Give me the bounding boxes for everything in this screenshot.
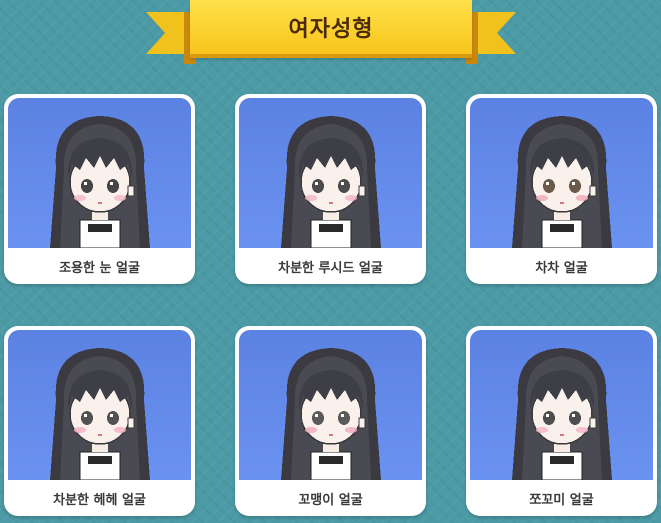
face-label-5: 꼬맹이 얼굴 xyxy=(298,492,363,508)
face-card-6[interactable]: 쪼꼬미 얼굴 xyxy=(466,326,657,516)
character-portrait xyxy=(512,348,612,480)
face-card-1[interactable]: 조용한 눈 얼굴 xyxy=(4,94,195,284)
title-ribbon: 여자성형 xyxy=(146,0,516,64)
face-card-2[interactable]: 차분한 루시드 얼굴 xyxy=(235,94,426,284)
character-portrait xyxy=(512,116,612,248)
face-label-6: 쪼꼬미 얼굴 xyxy=(529,492,594,508)
face-preview-4 xyxy=(8,330,191,480)
face-label-4: 차분한 헤헤 얼굴 xyxy=(53,492,146,508)
face-preview-3 xyxy=(470,98,653,248)
character-portrait xyxy=(281,116,381,248)
face-label-1: 조용한 눈 얼굴 xyxy=(59,260,140,276)
face-label-3: 차차 얼굴 xyxy=(535,260,588,276)
page-title: 여자성형 xyxy=(288,17,374,42)
face-label-2: 차분한 루시드 얼굴 xyxy=(278,260,383,276)
character-portrait xyxy=(281,348,381,480)
ribbon-band: 여자성형 xyxy=(190,0,472,58)
face-preview-2 xyxy=(239,98,422,248)
character-portrait xyxy=(50,348,150,480)
character-portrait xyxy=(50,116,150,248)
face-card-5[interactable]: 꼬맹이 얼굴 xyxy=(235,326,426,516)
face-preview-5 xyxy=(239,330,422,480)
face-card-3[interactable]: 차차 얼굴 xyxy=(466,94,657,284)
face-card-4[interactable]: 차분한 헤헤 얼굴 xyxy=(4,326,195,516)
face-preview-1 xyxy=(8,98,191,248)
face-preview-6 xyxy=(470,330,653,480)
